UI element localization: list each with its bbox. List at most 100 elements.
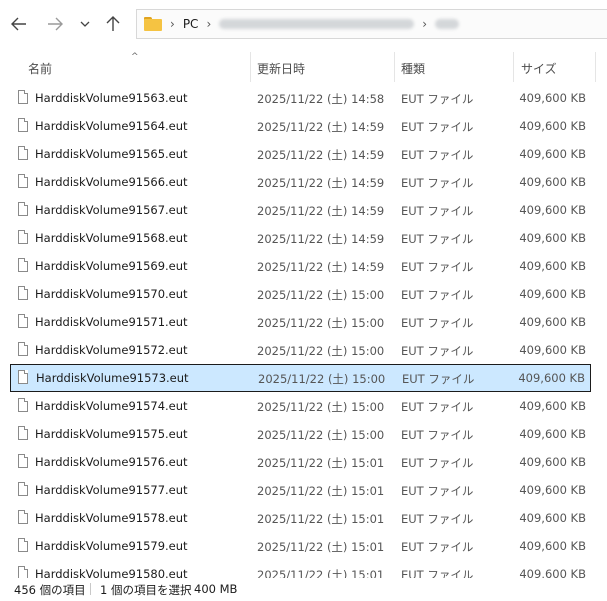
breadcrumb-folder-obscured[interactable] bbox=[435, 19, 460, 29]
file-date: 2025/11/22 (土) 15:01 bbox=[257, 484, 385, 498]
file-row[interactable]: HarddiskVolume91579.eut 2025/11/22 (土) 15… bbox=[10, 532, 591, 560]
file-type: EUT ファイル bbox=[401, 540, 474, 554]
file-icon bbox=[18, 510, 28, 524]
file-row[interactable]: HarddiskVolume91576.eut 2025/11/22 (土) 15… bbox=[10, 448, 591, 476]
file-date: 2025/11/22 (土) 14:59 bbox=[257, 148, 385, 162]
file-row[interactable]: HarddiskVolume91570.eut 2025/11/22 (土) 15… bbox=[10, 280, 591, 308]
breadcrumb-drive-obscured[interactable] bbox=[219, 19, 415, 29]
status-bar: 456 個の項目 1 個の項目を選択 400 MB bbox=[0, 578, 607, 601]
file-date: 2025/11/22 (土) 14:59 bbox=[257, 176, 385, 190]
file-name: HarddiskVolume91575.eut bbox=[35, 427, 188, 441]
file-icon bbox=[18, 342, 28, 356]
file-date: 2025/11/22 (土) 14:59 bbox=[257, 260, 385, 274]
file-size: 409,600 KB bbox=[519, 483, 586, 497]
forward-button[interactable] bbox=[44, 13, 66, 35]
chevron-down-icon bbox=[80, 21, 90, 27]
file-date: 2025/11/22 (土) 15:01 bbox=[257, 456, 385, 470]
file-date: 2025/11/22 (土) 15:00 bbox=[257, 288, 385, 302]
file-row[interactable]: HarddiskVolume91577.eut 2025/11/22 (土) 15… bbox=[10, 476, 591, 504]
back-button[interactable] bbox=[8, 13, 30, 35]
file-name: HarddiskVolume91576.eut bbox=[35, 455, 188, 469]
file-icon bbox=[18, 286, 28, 300]
file-size: 409,600 KB bbox=[519, 119, 586, 133]
file-name: HarddiskVolume91577.eut bbox=[35, 483, 188, 497]
file-row[interactable]: HarddiskVolume91575.eut 2025/11/22 (土) 15… bbox=[10, 420, 591, 448]
file-row[interactable]: HarddiskVolume91569.eut 2025/11/22 (土) 14… bbox=[10, 252, 591, 280]
column-divider[interactable] bbox=[394, 52, 395, 82]
file-date: 2025/11/22 (土) 14:59 bbox=[257, 204, 385, 218]
file-name: HarddiskVolume91563.eut bbox=[35, 91, 188, 105]
column-header-type[interactable]: 種類 bbox=[401, 60, 425, 77]
file-icon bbox=[18, 370, 28, 384]
file-size: 409,600 KB bbox=[519, 147, 586, 161]
file-row[interactable]: HarddiskVolume91564.eut 2025/11/22 (土) 14… bbox=[10, 112, 591, 140]
file-icon bbox=[18, 538, 28, 552]
file-type: EUT ファイル bbox=[401, 484, 474, 498]
file-icon bbox=[18, 174, 28, 188]
file-row[interactable]: HarddiskVolume91574.eut 2025/11/22 (土) 15… bbox=[10, 392, 591, 420]
file-row[interactable]: HarddiskVolume91580.eut 2025/11/22 (土) 15… bbox=[10, 560, 591, 578]
arrow-left-icon bbox=[11, 17, 26, 31]
file-size: 409,600 KB bbox=[519, 343, 586, 357]
file-date: 2025/11/22 (土) 14:58 bbox=[257, 92, 385, 106]
file-date: 2025/11/22 (土) 14:59 bbox=[257, 120, 385, 134]
file-date: 2025/11/22 (土) 14:59 bbox=[257, 232, 385, 246]
file-row[interactable]: HarddiskVolume91572.eut 2025/11/22 (土) 15… bbox=[10, 336, 591, 364]
file-icon bbox=[18, 454, 28, 468]
file-icon bbox=[18, 202, 28, 216]
file-type: EUT ファイル bbox=[402, 372, 475, 386]
file-row[interactable]: HarddiskVolume91563.eut 2025/11/22 (土) 14… bbox=[10, 84, 591, 112]
file-name: HarddiskVolume91572.eut bbox=[35, 343, 188, 357]
file-size: 409,600 KB bbox=[518, 371, 585, 385]
address-bar[interactable]: › PC › › bbox=[136, 9, 607, 39]
file-icon bbox=[18, 258, 28, 272]
file-name: HarddiskVolume91578.eut bbox=[35, 511, 188, 525]
file-type: EUT ファイル bbox=[401, 92, 474, 106]
column-divider[interactable] bbox=[250, 52, 251, 82]
file-name: HarddiskVolume91573.eut bbox=[36, 371, 189, 385]
file-name: HarddiskVolume91574.eut bbox=[35, 399, 188, 413]
file-row[interactable]: HarddiskVolume91571.eut 2025/11/22 (土) 15… bbox=[10, 308, 591, 336]
file-icon bbox=[18, 146, 28, 160]
file-type: EUT ファイル bbox=[401, 288, 474, 302]
file-type: EUT ファイル bbox=[401, 204, 474, 218]
file-name: HarddiskVolume91580.eut bbox=[35, 567, 188, 578]
file-type: EUT ファイル bbox=[401, 176, 474, 190]
file-row[interactable]: HarddiskVolume91567.eut 2025/11/22 (土) 14… bbox=[10, 196, 591, 224]
file-icon bbox=[18, 314, 28, 328]
file-icon bbox=[18, 118, 28, 132]
file-list[interactable]: HarddiskVolume91563.eut 2025/11/22 (土) 14… bbox=[0, 84, 607, 578]
up-button[interactable] bbox=[102, 13, 124, 35]
status-divider bbox=[90, 583, 91, 595]
file-row[interactable]: HarddiskVolume91568.eut 2025/11/22 (土) 14… bbox=[10, 224, 591, 252]
file-type: EUT ファイル bbox=[401, 568, 474, 578]
file-date: 2025/11/22 (土) 15:00 bbox=[257, 400, 385, 414]
file-name: HarddiskVolume91569.eut bbox=[35, 259, 188, 273]
file-row[interactable]: HarddiskVolume91566.eut 2025/11/22 (土) 14… bbox=[10, 168, 591, 196]
recent-locations-button[interactable] bbox=[74, 13, 96, 35]
file-icon bbox=[18, 90, 28, 104]
file-size: 409,600 KB bbox=[519, 175, 586, 189]
column-header-date[interactable]: 更新日時 bbox=[257, 60, 305, 77]
file-date: 2025/11/22 (土) 15:00 bbox=[257, 428, 385, 442]
file-row[interactable]: HarddiskVolume91565.eut 2025/11/22 (土) 14… bbox=[10, 140, 591, 168]
file-name: HarddiskVolume91565.eut bbox=[35, 147, 188, 161]
breadcrumb-pc[interactable]: PC bbox=[183, 17, 199, 31]
file-row-selected[interactable]: HarddiskVolume91573.eut 2025/11/22 (土) 15… bbox=[10, 364, 591, 392]
column-header-name[interactable]: 名前 bbox=[28, 60, 52, 77]
column-header-size[interactable]: サイズ bbox=[521, 60, 557, 77]
file-date: 2025/11/22 (土) 15:00 bbox=[257, 316, 385, 330]
file-row[interactable]: HarddiskVolume91578.eut 2025/11/22 (土) 15… bbox=[10, 504, 591, 532]
file-name: HarddiskVolume91566.eut bbox=[35, 175, 188, 189]
file-size: 409,600 KB bbox=[519, 259, 586, 273]
file-size: 409,600 KB bbox=[519, 231, 586, 245]
column-divider[interactable] bbox=[595, 52, 596, 82]
folder-icon bbox=[144, 17, 162, 31]
file-type: EUT ファイル bbox=[401, 344, 474, 358]
column-header-row: ^ 名前 更新日時 種類 サイズ bbox=[0, 52, 607, 82]
file-icon bbox=[18, 230, 28, 244]
column-divider[interactable] bbox=[513, 52, 514, 82]
breadcrumb-chevron-icon: › bbox=[206, 17, 212, 31]
file-size: 409,600 KB bbox=[519, 567, 586, 578]
file-name: HarddiskVolume91571.eut bbox=[35, 315, 188, 329]
